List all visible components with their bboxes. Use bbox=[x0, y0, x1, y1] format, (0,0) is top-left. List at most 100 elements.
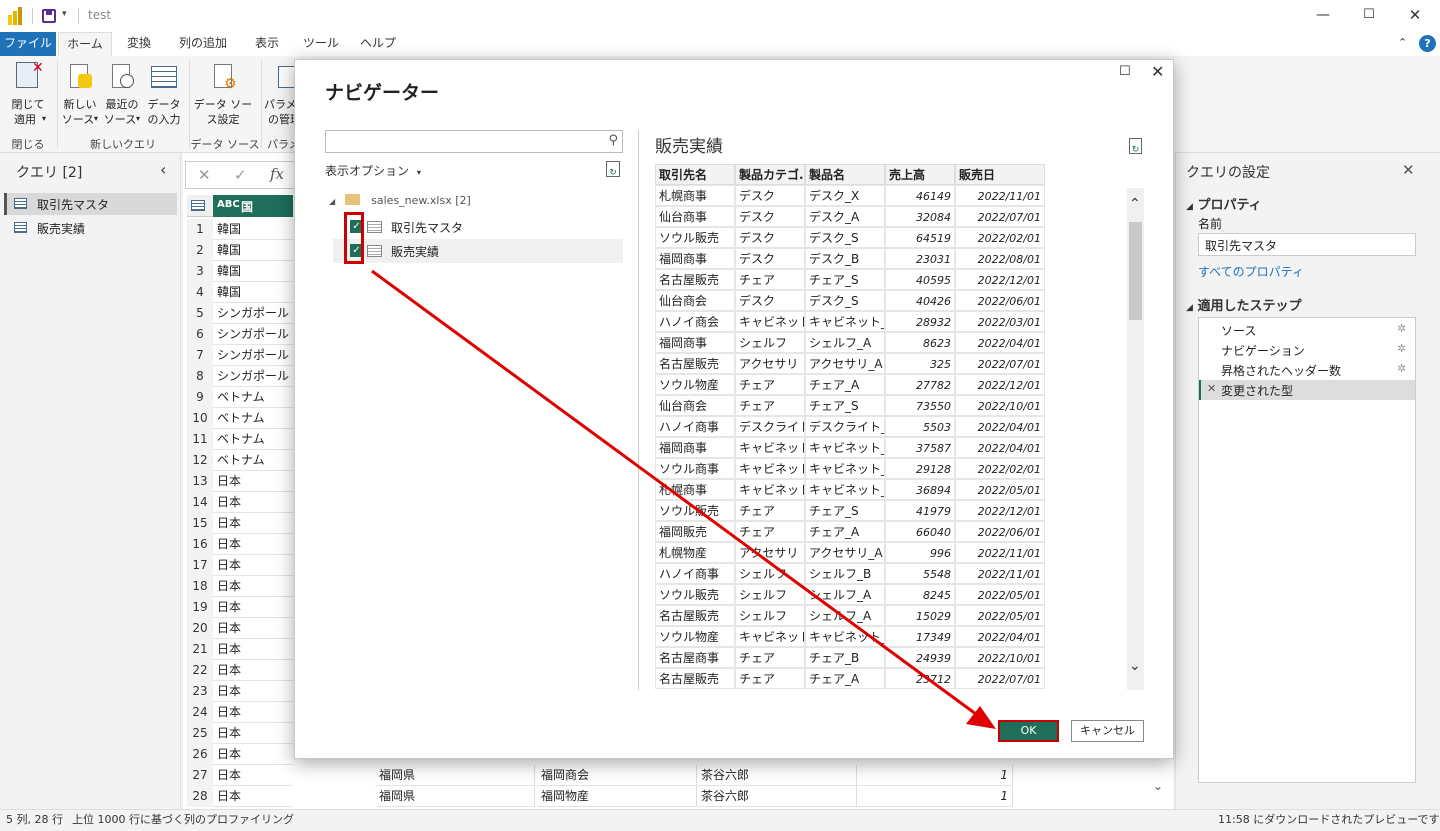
text-type-icon[interactable]: ABC bbox=[217, 199, 240, 210]
nav-item-sales[interactable]: ✓ 販売実績 bbox=[333, 239, 623, 263]
table-row[interactable]: 24 日本 bbox=[187, 702, 293, 723]
tab-tools[interactable]: ツール bbox=[298, 32, 344, 56]
country-cell[interactable]: 日本 bbox=[217, 492, 241, 513]
recent-source-button[interactable]: 最近の ソース ▾ bbox=[102, 60, 142, 130]
table-row[interactable]: 13 日本 bbox=[187, 471, 293, 492]
table-row[interactable]: 20 日本 bbox=[187, 618, 293, 639]
new-source-button[interactable]: 新しい ソース ▾ bbox=[60, 60, 100, 130]
table-row[interactable]: 4 韓国 bbox=[187, 282, 293, 303]
table-row[interactable]: 14 日本 bbox=[187, 492, 293, 513]
tab-home[interactable]: ホーム bbox=[58, 32, 112, 56]
step-settings-gear-icon[interactable]: ✲ bbox=[1397, 342, 1406, 355]
table-row[interactable]: 25 日本 bbox=[187, 723, 293, 744]
table-row[interactable]: 21 日本 bbox=[187, 639, 293, 660]
table-row[interactable]: 7 シンガポール bbox=[187, 345, 293, 366]
table-row[interactable]: 15 日本 bbox=[187, 513, 293, 534]
nav-item-customer-master[interactable]: ✓ 取引先マスタ bbox=[333, 215, 623, 239]
dialog-close-button[interactable]: ✕ bbox=[1151, 62, 1164, 81]
table-cell[interactable]: 茶谷六郎 bbox=[697, 765, 857, 786]
table-cell[interactable]: 福岡商会 bbox=[537, 765, 697, 786]
applied-steps-header[interactable]: ◢ 適用したステップ bbox=[1186, 295, 1301, 314]
table-row[interactable]: 2 韓国 bbox=[187, 240, 293, 261]
country-cell[interactable]: ベトナム bbox=[217, 387, 265, 408]
country-cell[interactable]: 日本 bbox=[217, 555, 241, 576]
table-row[interactable]: 5 シンガポール bbox=[187, 303, 293, 324]
table-cell[interactable]: 茶谷六郎 bbox=[697, 786, 857, 807]
country-cell[interactable]: 日本 bbox=[217, 471, 241, 492]
close-settings-button[interactable]: ✕ bbox=[1402, 161, 1415, 179]
scroll-down-icon[interactable]: ⌄ bbox=[1129, 658, 1141, 674]
close-apply-button[interactable]: ✕ 閉じて 適用 ▾ bbox=[6, 60, 50, 130]
collapse-ribbon-icon[interactable]: ⌃ bbox=[1398, 36, 1407, 49]
table-row[interactable]: 1 韓国 bbox=[187, 219, 293, 240]
quick-access-dropdown-icon[interactable]: ▾ bbox=[62, 9, 67, 19]
minimize-button[interactable]: — bbox=[1300, 0, 1346, 32]
collapse-queries-icon[interactable]: ‹ bbox=[160, 160, 166, 179]
scroll-thumb[interactable] bbox=[1129, 222, 1142, 320]
cancel-formula-icon[interactable]: ✕ bbox=[198, 166, 211, 184]
manage-parameters-button[interactable]: パラメー の管理 bbox=[264, 60, 294, 130]
preview-refresh-icon[interactable]: ↻ bbox=[1129, 138, 1142, 155]
preview-scrollbar[interactable]: ⌃ ⌄ bbox=[1127, 188, 1144, 690]
table-row[interactable]: 8 シンガポール bbox=[187, 366, 293, 387]
step-settings-gear-icon[interactable]: ✲ bbox=[1397, 362, 1406, 375]
dialog-maximize-button[interactable]: ☐ bbox=[1119, 64, 1131, 79]
step-changed-type[interactable]: ✕ 変更された型 bbox=[1199, 380, 1415, 400]
search-icon[interactable]: ⚲ bbox=[608, 133, 618, 148]
country-cell[interactable]: 日本 bbox=[217, 702, 241, 723]
all-properties-link[interactable]: すべてのプロパティ bbox=[1198, 263, 1304, 280]
country-cell[interactable]: シンガポール bbox=[217, 324, 289, 345]
table-row[interactable]: 27 日本 bbox=[187, 765, 293, 786]
refresh-nav-icon[interactable]: ↻ bbox=[606, 161, 620, 178]
properties-header[interactable]: ◢ プロパティ bbox=[1186, 194, 1262, 213]
country-cell[interactable]: 日本 bbox=[217, 744, 241, 765]
cancel-button[interactable]: キャンセル bbox=[1071, 720, 1144, 742]
table-row[interactable]: 9 ベトナム bbox=[187, 387, 293, 408]
close-window-button[interactable]: ✕ bbox=[1392, 0, 1438, 32]
country-cell[interactable]: シンガポール bbox=[217, 366, 289, 387]
country-cell[interactable]: ベトナム bbox=[217, 429, 265, 450]
step-source[interactable]: ソース ✲ bbox=[1199, 320, 1415, 340]
country-cell[interactable]: 日本 bbox=[217, 597, 241, 618]
table-row[interactable]: 26 日本 bbox=[187, 744, 293, 765]
table-row[interactable]: 17 日本 bbox=[187, 555, 293, 576]
step-navigation[interactable]: ナビゲーション ✲ bbox=[1199, 340, 1415, 360]
country-cell[interactable]: 日本 bbox=[217, 618, 241, 639]
step-settings-gear-icon[interactable]: ✲ bbox=[1397, 322, 1406, 335]
commit-formula-icon[interactable]: ✓ bbox=[234, 166, 247, 184]
country-cell[interactable]: 日本 bbox=[217, 723, 241, 744]
ok-button[interactable]: OK bbox=[998, 720, 1059, 742]
navigator-search-input[interactable]: ⚲ bbox=[325, 130, 623, 153]
table-row[interactable]: 22 日本 bbox=[187, 660, 293, 681]
query-item-customer-master[interactable]: 取引先マスタ bbox=[4, 193, 177, 215]
maximize-button[interactable]: ☐ bbox=[1346, 0, 1392, 32]
table-row[interactable]: 16 日本 bbox=[187, 534, 293, 555]
table-cell[interactable]: 1 bbox=[857, 786, 1013, 807]
data-source-settings-button[interactable]: ⚙ データ ソー ス設定 bbox=[192, 60, 254, 130]
country-cell[interactable]: 日本 bbox=[217, 765, 241, 786]
query-item-sales[interactable]: 販売実績 bbox=[4, 217, 177, 239]
country-cell[interactable]: 日本 bbox=[217, 660, 241, 681]
table-row[interactable]: 18 日本 bbox=[187, 576, 293, 597]
country-column-header[interactable]: ABC 国 bbox=[213, 195, 293, 217]
save-icon[interactable] bbox=[42, 9, 56, 23]
table-row[interactable]: 3 韓国 bbox=[187, 261, 293, 282]
country-cell[interactable]: 日本 bbox=[217, 576, 241, 597]
delete-step-icon[interactable]: ✕ bbox=[1207, 382, 1216, 395]
enter-data-button[interactable]: データ の入力 bbox=[144, 60, 184, 130]
table-row[interactable]: 11 ベトナム bbox=[187, 429, 293, 450]
country-cell[interactable]: 日本 bbox=[217, 681, 241, 702]
expand-triangle-icon[interactable]: ◢ bbox=[329, 197, 335, 206]
table-cell[interactable]: 1 bbox=[857, 765, 1013, 786]
country-cell[interactable]: 韓国 bbox=[217, 219, 241, 240]
table-cell[interactable]: 福岡県 bbox=[375, 786, 535, 807]
tab-help[interactable]: ヘルプ bbox=[354, 32, 402, 56]
country-cell[interactable]: シンガポール bbox=[217, 345, 289, 366]
country-cell[interactable]: 日本 bbox=[217, 786, 241, 807]
country-cell[interactable]: 韓国 bbox=[217, 261, 241, 282]
country-cell[interactable]: ベトナム bbox=[217, 450, 265, 471]
table-row[interactable]: 6 シンガポール bbox=[187, 324, 293, 345]
help-icon[interactable]: ? bbox=[1419, 35, 1436, 52]
table-cell[interactable]: 福岡物産 bbox=[537, 786, 697, 807]
country-cell[interactable]: ベトナム bbox=[217, 408, 265, 429]
